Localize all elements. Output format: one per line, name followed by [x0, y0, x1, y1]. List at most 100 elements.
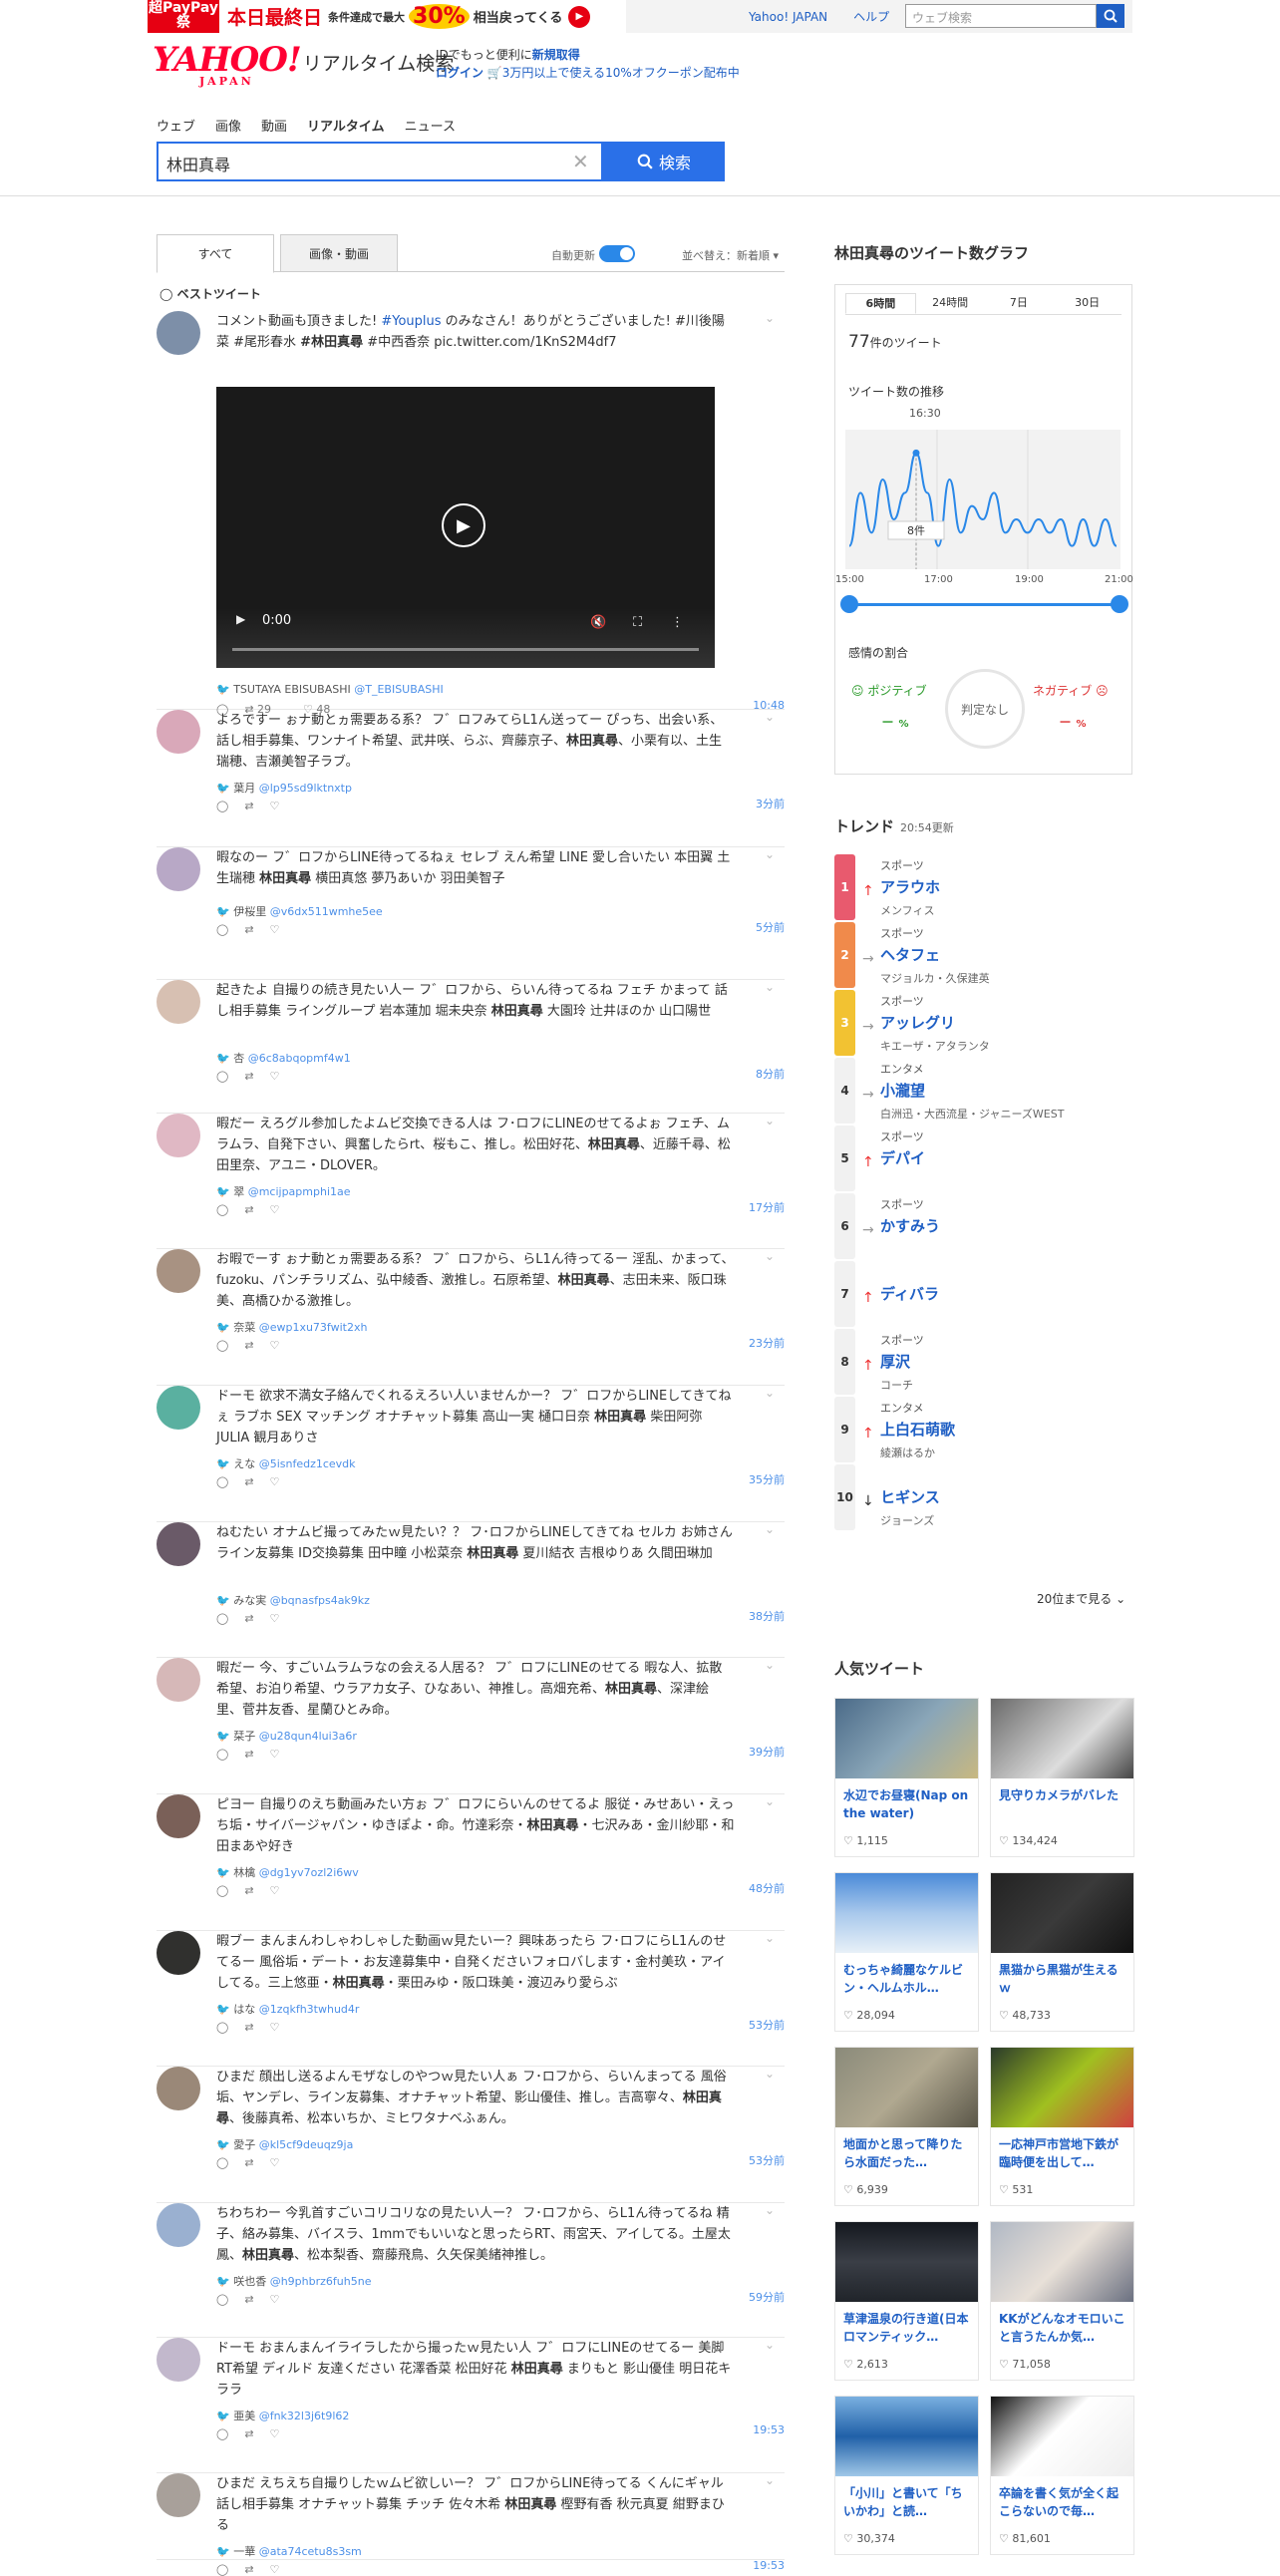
- tab-all[interactable]: すべて: [157, 234, 274, 273]
- like-icon[interactable]: ♡: [270, 1070, 280, 1083]
- reply-icon[interactable]: ◯: [216, 2293, 228, 2306]
- popular-tweet-card[interactable]: 卒論を書く気が全く起こらないので毎… ♡ 81,601: [990, 2396, 1134, 2555]
- mute-icon[interactable]: 🔇: [590, 615, 606, 630]
- trend-name[interactable]: かすみう: [880, 1215, 940, 1236]
- tweet-time[interactable]: 48分前: [749, 1880, 785, 1896]
- reply-icon[interactable]: ◯: [216, 923, 228, 936]
- popular-tweet-image[interactable]: [835, 2222, 978, 2302]
- like-icon[interactable]: ♡: [270, 2563, 280, 2576]
- retweet-icon[interactable]: ⇄: [244, 1203, 253, 1216]
- trend-item[interactable]: 3 → スポーツ アッレグリ キエーザ・アタランタ: [834, 990, 1132, 1058]
- web-search-button[interactable]: [1097, 4, 1124, 28]
- tweet-author[interactable]: 🐦 杏 @6c8abqopmf4w1: [216, 1050, 351, 1066]
- trend-item[interactable]: 7 ↑ ディバラ: [834, 1261, 1132, 1329]
- reply-icon[interactable]: ◯: [216, 2563, 228, 2576]
- popular-tweet-image[interactable]: [991, 1873, 1133, 1953]
- retweet-icon[interactable]: ⇄: [244, 923, 253, 936]
- chevron-down-icon[interactable]: ⌄: [765, 2338, 775, 2352]
- clear-icon[interactable]: ✕: [572, 150, 589, 173]
- range-slider-track[interactable]: [849, 603, 1119, 606]
- tweet-time[interactable]: 19:53: [753, 2559, 785, 2572]
- trend-item[interactable]: 2 → スポーツ ヘタフェ マジョルカ・久保建英: [834, 922, 1132, 990]
- like-icon[interactable]: ♡: [270, 1748, 280, 1761]
- search-button[interactable]: 検索: [603, 142, 725, 181]
- retweet-icon[interactable]: ⇄: [244, 1475, 253, 1488]
- reply-icon[interactable]: ◯: [216, 2427, 228, 2440]
- range-7d[interactable]: 7日: [985, 293, 1054, 314]
- coupon-link[interactable]: 3万円以上で使える10%オフクーポン配布中: [502, 66, 740, 80]
- retweet-icon[interactable]: ⇄: [244, 1070, 253, 1083]
- chevron-down-icon[interactable]: ⌄: [765, 1931, 775, 1945]
- play-icon[interactable]: ▶: [442, 503, 485, 547]
- avatar[interactable]: [157, 1522, 200, 1566]
- yahoo-logo[interactable]: YAHOO! JAPAN リアルタイム検索: [153, 43, 454, 88]
- help-link[interactable]: ヘルプ: [853, 8, 889, 25]
- tweet-time[interactable]: 39分前: [749, 1744, 785, 1760]
- tweet-author[interactable]: 🐦 みな実 @bqnasfps4ak9kz: [216, 1592, 370, 1608]
- trend-name[interactable]: ヘタフェ: [880, 944, 940, 965]
- reply-icon[interactable]: ◯: [216, 1748, 228, 1761]
- tweet-time[interactable]: 19:53: [753, 2423, 785, 2436]
- popular-tweet-image[interactable]: [991, 2222, 1133, 2302]
- popular-tweet-text[interactable]: むっちゃ綺麗なケルビン・ヘルムホル…: [843, 1961, 973, 1997]
- reply-icon[interactable]: ◯: [216, 1203, 228, 1216]
- range-slider-handle-right[interactable]: [1111, 595, 1128, 613]
- tweet-author[interactable]: 🐦 えな @5isnfedz1cevdk: [216, 1455, 356, 1471]
- trend-item[interactable]: 1 ↑ スポーツ アラウホ メンフィス: [834, 854, 1132, 922]
- tweet-time[interactable]: 53分前: [749, 2017, 785, 2033]
- avatar[interactable]: [157, 1386, 200, 1430]
- chevron-down-icon[interactable]: ⌄: [765, 2067, 775, 2081]
- like-icon[interactable]: ♡: [270, 923, 280, 936]
- trend-name[interactable]: アラウホ: [880, 876, 940, 897]
- popular-tweet-image[interactable]: [991, 1699, 1133, 1778]
- like-icon[interactable]: ♡: [270, 1884, 280, 1897]
- like-icon[interactable]: ♡: [270, 1203, 280, 1216]
- range-24h[interactable]: 24時間: [916, 293, 985, 314]
- sort-dropdown[interactable]: 並べ替え：新着順 ▾: [682, 247, 779, 263]
- retweet-icon[interactable]: ⇄: [244, 2563, 253, 2576]
- trend-name[interactable]: アッレグリ: [880, 1012, 955, 1033]
- avatar[interactable]: [157, 2473, 200, 2517]
- like-icon[interactable]: ♡: [270, 1612, 280, 1625]
- data-point[interactable]: [912, 449, 920, 457]
- tweet-author[interactable]: 🐦 葉月 @lp95sd9lktnxtp: [216, 780, 352, 796]
- like-icon[interactable]: ♡: [270, 2427, 280, 2440]
- avatar[interactable]: [157, 311, 200, 355]
- web-search-input[interactable]: ウェブ検索: [905, 4, 1097, 28]
- chevron-down-icon[interactable]: ⌄: [765, 1114, 775, 1127]
- trend-name[interactable]: 厚沢: [880, 1351, 910, 1372]
- popular-tweet-image[interactable]: [835, 1699, 978, 1778]
- avatar[interactable]: [157, 2203, 200, 2247]
- reply-icon[interactable]: ◯: [216, 2021, 228, 2034]
- tweet-author[interactable]: 🐦 はな @1zqkfh3twhud4r: [216, 2001, 359, 2017]
- tweet-author[interactable]: 🐦 翠 @mcijpapmphi1ae: [216, 1183, 351, 1199]
- signup-link[interactable]: 新規取得: [532, 48, 580, 62]
- avatar[interactable]: [157, 2338, 200, 2382]
- chevron-down-icon[interactable]: ⌄: [765, 1249, 775, 1263]
- reply-icon[interactable]: ◯: [216, 1475, 228, 1488]
- range-30d[interactable]: 30日: [1053, 293, 1121, 314]
- retweet-icon[interactable]: ⇄: [244, 800, 253, 812]
- retweet-icon[interactable]: ⇄: [244, 1748, 253, 1761]
- popular-tweet-text[interactable]: 「小川」と書いて「ちいかわ」と読…: [843, 2484, 973, 2520]
- retweet-icon[interactable]: ⇄: [244, 2156, 253, 2169]
- tweet-author[interactable]: 🐦 栞子 @u28qun4lui3a6r: [216, 1728, 357, 1744]
- like-icon[interactable]: ♡: [270, 2156, 280, 2169]
- play-icon[interactable]: ▶: [236, 612, 245, 626]
- like-icon[interactable]: ♡: [270, 2293, 280, 2306]
- popular-tweet-card[interactable]: 水辺でお昼寝(Nap on the water) ♡ 1,115: [834, 1698, 979, 1857]
- yahoo-japan-link[interactable]: Yahoo! JAPAN: [749, 10, 827, 24]
- chevron-down-icon[interactable]: ⌄: [765, 980, 775, 994]
- more-icon[interactable]: ⋮: [671, 615, 684, 630]
- reply-icon[interactable]: ◯: [216, 1070, 228, 1083]
- retweet-icon[interactable]: ⇄: [244, 1884, 253, 1897]
- trend-item[interactable]: 5 ↑ スポーツ デパイ: [834, 1126, 1132, 1193]
- reply-icon[interactable]: ◯: [216, 800, 228, 812]
- tweet-time[interactable]: 5分前: [756, 919, 785, 935]
- reply-icon[interactable]: ◯: [216, 1612, 228, 1625]
- nav-web[interactable]: ウェブ: [157, 116, 195, 135]
- chevron-down-icon[interactable]: ⌄: [765, 710, 775, 724]
- tweet-time[interactable]: 17分前: [749, 1199, 785, 1215]
- avatar[interactable]: [157, 847, 200, 891]
- video-progress[interactable]: [232, 648, 699, 651]
